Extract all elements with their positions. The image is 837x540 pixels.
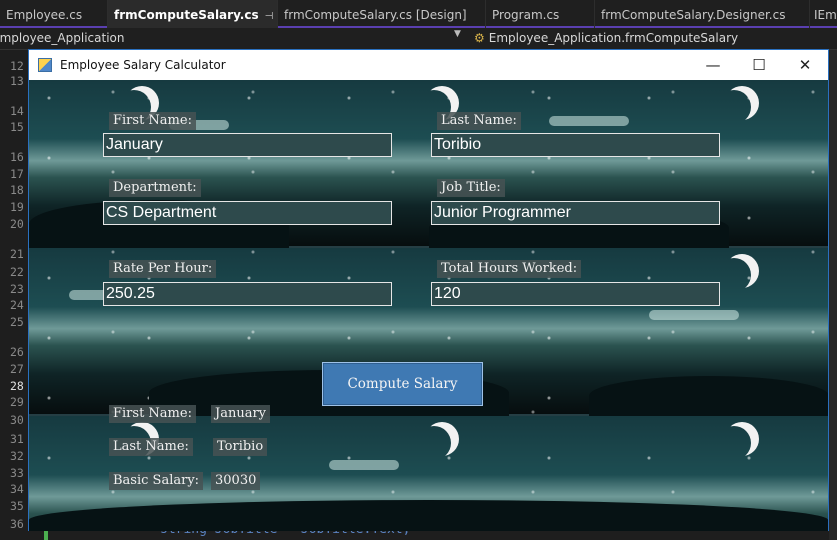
total-hours-label: Total Hours Worked: bbox=[437, 260, 582, 278]
line-number: 34 bbox=[10, 482, 24, 496]
result-first-name-value: January bbox=[211, 405, 271, 423]
line-number: 35 bbox=[10, 499, 24, 513]
tab-label: frmComputeSalary.Designer.cs bbox=[601, 8, 786, 22]
line-number: 33 bbox=[10, 466, 24, 480]
line-number: 29 bbox=[10, 395, 24, 409]
line-number: 21 bbox=[10, 247, 24, 261]
job-title-input[interactable]: Junior Programmer bbox=[431, 201, 720, 225]
line-number: 30 bbox=[10, 413, 24, 427]
line-number: 20 bbox=[10, 217, 24, 231]
tab-label: frmComputeSalary.cs bbox=[114, 8, 259, 22]
department-input[interactable]: CS Department bbox=[103, 201, 392, 225]
line-number: 19 bbox=[10, 200, 24, 214]
class-icon: ⚙ bbox=[474, 31, 485, 45]
editor-scrollbar[interactable] bbox=[829, 50, 837, 540]
line-number: 27 bbox=[10, 362, 24, 376]
editor-tab-strip: Employee.cs frmComputeSalary.cs⊣✕ frmCom… bbox=[0, 0, 837, 28]
tab-frmcomputesalary-designer-cs[interactable]: frmComputeSalary.Designer.cs bbox=[595, 0, 810, 28]
close-button[interactable]: ✕ bbox=[782, 50, 828, 80]
tab-label: IEmp bbox=[814, 8, 837, 22]
basic-salary-label: Basic Salary: bbox=[109, 472, 204, 490]
app-icon bbox=[38, 58, 52, 72]
line-number: 24 bbox=[10, 298, 24, 312]
cloud bbox=[649, 310, 739, 320]
basic-salary-value: 30030 bbox=[211, 472, 261, 490]
line-number: 36 bbox=[10, 517, 24, 531]
first-name-label: First Name: bbox=[109, 112, 196, 130]
moon-icon bbox=[717, 426, 751, 460]
result-first-name-label: First Name: bbox=[109, 405, 196, 423]
tab-label: Employee.cs bbox=[6, 8, 83, 22]
rate-per-hour-input[interactable]: 250.25 bbox=[103, 282, 392, 306]
line-number: 16 bbox=[10, 150, 24, 164]
maximize-button[interactable]: ☐ bbox=[736, 50, 782, 80]
tab-iemp[interactable]: IEmp bbox=[810, 0, 837, 28]
tab-label: frmComputeSalary.cs [Design] bbox=[284, 8, 467, 22]
result-last-name-label: Last Name: bbox=[109, 438, 193, 456]
line-number: 15 bbox=[10, 120, 24, 134]
line-number: 17 bbox=[10, 167, 24, 181]
window-title: Employee Salary Calculator bbox=[60, 58, 226, 72]
form-background: First Name: January Last Name: Toribio D… bbox=[29, 80, 828, 531]
project-dropdown[interactable]: Employee_Application bbox=[0, 31, 462, 45]
project-name: Employee_Application bbox=[0, 31, 125, 45]
hill bbox=[29, 500, 828, 531]
class-dropdown[interactable]: ⚙ Employee_Application.frmComputeSalary bbox=[474, 31, 738, 45]
line-number: 14 bbox=[10, 104, 24, 118]
line-number: 22 bbox=[10, 265, 24, 279]
hill bbox=[589, 376, 828, 416]
line-number: 32 bbox=[10, 449, 24, 463]
chevron-down-icon[interactable]: ▼ bbox=[454, 29, 461, 39]
last-name-label: Last Name: bbox=[437, 112, 521, 130]
total-hours-input[interactable]: 120 bbox=[431, 282, 720, 306]
job-title-label: Job Title: bbox=[437, 179, 505, 197]
minimize-button[interactable]: — bbox=[690, 50, 736, 80]
result-last-name-value: Toribio bbox=[213, 438, 268, 456]
moon-icon bbox=[417, 426, 451, 460]
line-number: 26 bbox=[10, 345, 24, 359]
tab-frmcomputesalary-design[interactable]: frmComputeSalary.cs [Design] bbox=[278, 0, 486, 28]
compute-salary-button[interactable]: Compute Salary bbox=[322, 362, 483, 406]
line-number: 13 bbox=[10, 74, 24, 88]
cloud bbox=[329, 460, 399, 470]
line-number: 31 bbox=[10, 432, 24, 446]
line-number: 18 bbox=[10, 183, 24, 197]
tab-label: Program.cs bbox=[492, 8, 560, 22]
cloud bbox=[549, 116, 629, 126]
tab-program-cs[interactable]: Program.cs bbox=[486, 0, 595, 28]
tab-frmcomputesalary-cs[interactable]: frmComputeSalary.cs⊣✕ bbox=[108, 0, 278, 28]
moon-icon bbox=[717, 258, 751, 292]
moon-icon bbox=[717, 90, 751, 124]
line-number: 28 bbox=[10, 379, 24, 393]
line-number: 23 bbox=[10, 282, 24, 296]
class-name: Employee_Application.frmComputeSalary bbox=[488, 31, 739, 45]
pin-icon[interactable]: ⊣ bbox=[265, 11, 274, 22]
window-titlebar[interactable]: Employee Salary Calculator — ☐ ✕ bbox=[29, 50, 828, 80]
first-name-input[interactable]: January bbox=[103, 133, 392, 157]
line-number: 12 bbox=[10, 59, 24, 73]
tab-employee-cs[interactable]: Employee.cs bbox=[0, 0, 108, 28]
line-number: 25 bbox=[10, 315, 24, 329]
department-label: Department: bbox=[109, 179, 201, 197]
rate-per-hour-label: Rate Per Hour: bbox=[109, 260, 217, 278]
navigation-bar: Employee_Application ▼ ⚙ Employee_Applica… bbox=[0, 28, 837, 50]
app-window: Employee Salary Calculator — ☐ ✕ First N… bbox=[28, 49, 829, 531]
last-name-input[interactable]: Toribio bbox=[431, 133, 720, 157]
line-number-gutter: 12 13 14 15 16 17 18 19 20 21 22 23 24 25 26 27 28 29 30 31… bbox=[0, 50, 30, 540]
